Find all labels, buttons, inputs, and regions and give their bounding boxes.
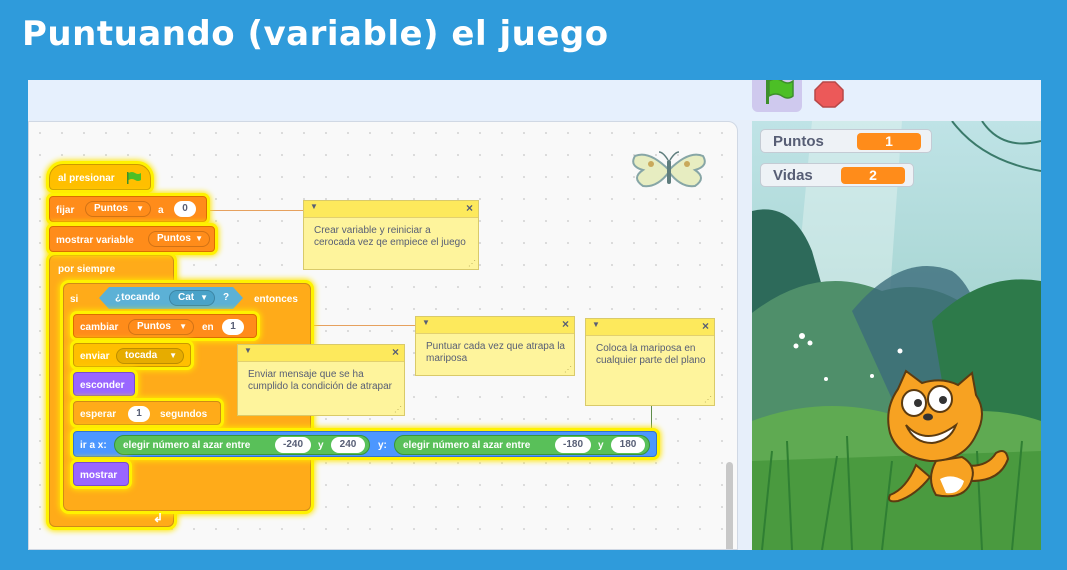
comment-text-1: Crear variable y reiniciar a cerocada ve… <box>314 225 466 248</box>
hide-block[interactable]: esconder <box>73 372 135 396</box>
scratch-editor: por siempre si entonces ↲ al presionar f… <box>28 80 1041 550</box>
random-y-and: y <box>598 440 604 451</box>
collapse-icon[interactable]: ▼ <box>422 318 430 327</box>
show-block[interactable]: mostrar <box>73 462 129 486</box>
monitor-value: 1 <box>857 133 921 150</box>
change-prefix: cambiar <box>80 322 119 333</box>
goto-prefix: ir a x: <box>80 440 107 451</box>
chevron-down-icon: ▼ <box>179 322 187 331</box>
set-prefix: fijar <box>56 205 75 216</box>
broadcast-prefix: enviar <box>80 351 110 362</box>
comment-text-4: Coloca la mariposa en cualquier parte de… <box>596 343 706 366</box>
loop-arrow-icon: ↲ <box>153 511 164 525</box>
variable-monitor-puntos[interactable]: Puntos 1 <box>760 129 932 153</box>
random-x-label: elegir número al azar entre <box>123 440 251 451</box>
when-flag-clicked-block[interactable]: al presionar <box>49 164 151 190</box>
resize-handle-icon[interactable]: ⋰ <box>704 395 712 404</box>
green-flag-icon <box>127 172 141 184</box>
close-icon[interactable]: × <box>466 201 473 215</box>
monitor-label: Puntos <box>773 133 824 150</box>
comment-note-2[interactable]: ▼ × Enviar mensaje que se ha cumplido la … <box>237 344 405 416</box>
set-mid: a <box>158 205 164 216</box>
close-icon[interactable]: × <box>562 317 569 331</box>
variable-name: Puntos <box>137 321 171 332</box>
random-y-min-input[interactable]: -180 <box>555 437 591 453</box>
stop-icon <box>814 81 844 108</box>
forever-label: por siempre <box>58 264 116 275</box>
random-y-label: elegir número al azar entre <box>403 440 531 451</box>
close-icon[interactable]: × <box>702 319 709 333</box>
resize-handle-icon[interactable]: ⋰ <box>468 259 476 268</box>
show-variable-block[interactable]: mostrar variable Puntos ▼ <box>49 226 215 252</box>
random-x-and: y <box>318 440 324 451</box>
wait-suffix: segundos <box>160 409 208 420</box>
show-label: mostrar <box>80 470 118 481</box>
variable-monitor-vidas[interactable]: Vidas 2 <box>760 163 914 187</box>
variable-dropdown[interactable]: Puntos ▼ <box>128 319 194 335</box>
stage-controls <box>752 80 1041 120</box>
broadcast-block[interactable]: enviar tocada ▼ <box>73 343 191 367</box>
green-flag-button[interactable] <box>752 80 802 112</box>
scratch-cat-sprite[interactable] <box>876 369 1016 505</box>
code-area-scrollbar[interactable] <box>726 462 733 549</box>
comment-note-4[interactable]: ▼ × Coloca la mariposa en cualquier parte… <box>585 318 715 406</box>
if-label: si <box>70 294 79 305</box>
stop-button[interactable] <box>812 80 846 108</box>
random-x-max-input[interactable]: 240 <box>331 437 365 453</box>
chevron-down-icon: ▼ <box>169 351 177 360</box>
hide-label: esconder <box>80 380 125 391</box>
change-variable-block[interactable]: cambiar Puntos ▼ en 1 <box>73 314 257 338</box>
goto-y-label: y: <box>378 440 387 451</box>
comment-text-3: Puntuar cada vez que atrapa la mariposa <box>426 341 565 364</box>
comment-link-1 <box>205 210 303 211</box>
set-value-input[interactable]: 0 <box>174 201 196 217</box>
resize-handle-icon[interactable]: ⋰ <box>394 405 402 414</box>
variable-dropdown[interactable]: Puntos ▼ <box>148 231 210 247</box>
show-var-prefix: mostrar variable <box>56 235 134 246</box>
touching-label: ¿tocando <box>115 292 160 303</box>
wait-value-input[interactable]: 1 <box>128 406 150 422</box>
touching-q: ? <box>223 292 230 303</box>
change-mid: en <box>202 322 214 333</box>
message-name: tocada <box>125 350 158 361</box>
collapse-icon[interactable]: ▼ <box>310 202 318 211</box>
set-variable-block[interactable]: fijar Puntos ▼ a 0 <box>49 196 207 222</box>
comment-note-1[interactable]: ▼ × Crear variable y reiniciar a cerocada… <box>303 200 479 270</box>
comment-note-3[interactable]: ▼ × Puntuar cada vez que atrapa la maripo… <box>415 316 575 376</box>
random-x-block[interactable]: elegir número al azar entre -240 y 240 <box>114 435 370 455</box>
stage[interactable]: Puntos 1 Vidas 2 <box>752 121 1041 550</box>
resize-handle-icon[interactable]: ⋰ <box>564 365 572 374</box>
change-value-input[interactable]: 1 <box>222 319 244 335</box>
collapse-icon[interactable]: ▼ <box>592 320 600 329</box>
butterfly-icon <box>632 151 706 188</box>
goto-xy-block[interactable]: ir a x: elegir número al azar entre -240… <box>73 431 657 457</box>
chevron-down-icon: ▼ <box>195 234 203 243</box>
green-flag-icon <box>766 80 794 104</box>
random-x-min-input[interactable]: -240 <box>275 437 311 453</box>
variable-name: Puntos <box>157 233 191 244</box>
touching-target-dropdown[interactable]: Cat ▼ <box>169 290 215 306</box>
wait-prefix: esperar <box>80 409 117 420</box>
random-y-max-input[interactable]: 180 <box>611 437 645 453</box>
touching-block[interactable]: ¿tocando Cat ▼ ? <box>99 287 243 309</box>
chevron-down-icon: ▼ <box>136 204 144 213</box>
monitor-label: Vidas <box>773 167 813 184</box>
wait-block[interactable]: esperar 1 segundos <box>73 401 221 425</box>
variable-name: Puntos <box>94 203 128 214</box>
message-dropdown[interactable]: tocada ▼ <box>116 348 184 364</box>
then-label: entonces <box>254 294 298 305</box>
touching-target: Cat <box>178 292 195 303</box>
slide-title: Puntuando (variable) el juego <box>22 14 609 54</box>
variable-dropdown[interactable]: Puntos ▼ <box>85 201 151 217</box>
random-y-block[interactable]: elegir número al azar entre -180 y 180 <box>394 435 650 455</box>
close-icon[interactable]: × <box>392 345 399 359</box>
comment-text-2: Enviar mensaje que se ha cumplido la con… <box>248 369 392 392</box>
monitor-value: 2 <box>841 167 905 184</box>
collapse-icon[interactable]: ▼ <box>244 346 252 355</box>
chevron-down-icon: ▼ <box>200 293 208 302</box>
forever-footer: ↲ <box>49 511 174 529</box>
code-area[interactable]: por siempre si entonces ↲ al presionar f… <box>28 121 738 550</box>
hat-label: al presionar <box>58 173 115 184</box>
